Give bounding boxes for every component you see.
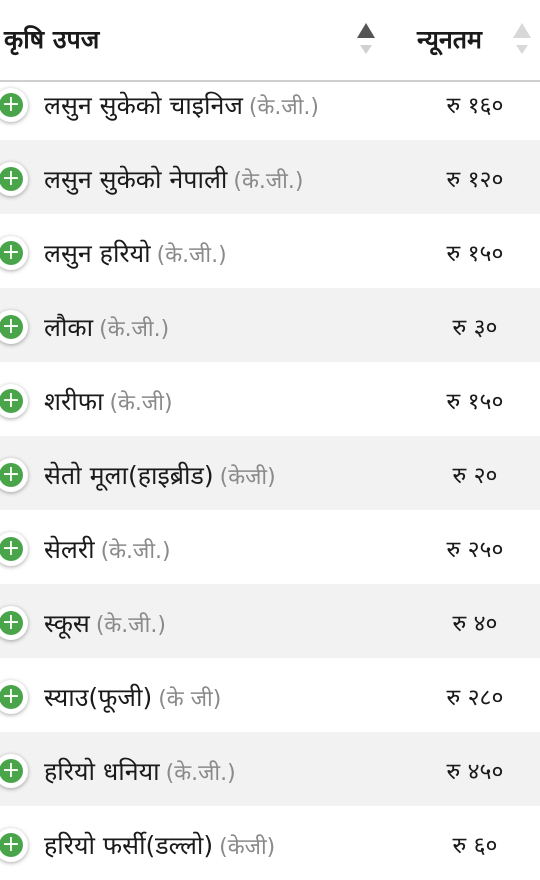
add-item-icon[interactable]: + xyxy=(0,236,28,270)
product-name: लसुन हरियो (के.जी.) xyxy=(44,236,227,270)
product-name: हरियो धनिया (के.जी.) xyxy=(44,754,236,788)
add-item-icon[interactable]: + xyxy=(0,310,28,344)
product-name-text: लसुन सुकेको चाइनिज xyxy=(44,91,243,120)
product-unit: (के.जी.) xyxy=(95,613,166,638)
sort-descending-icon xyxy=(516,45,528,54)
sort-ascending-icon xyxy=(513,23,531,38)
product-name-text: स्याउ(फूजी) xyxy=(44,683,153,712)
min-price: रु २५० xyxy=(446,537,504,563)
product-unit: (के जी) xyxy=(158,687,222,712)
product-name-text: स्कूस xyxy=(44,609,90,638)
product-unit: (के.जी.) xyxy=(233,169,304,194)
product-name-text: शरीफा xyxy=(44,387,104,416)
product-name: शरीफा (के.जी) xyxy=(44,384,173,418)
sort-descending-icon xyxy=(360,45,372,54)
product-unit: (के.जी.) xyxy=(248,95,319,120)
min-price: रु २० xyxy=(452,463,498,489)
table-row: + लसुन सुकेको चाइनिज (के.जी.) रु १६० xyxy=(0,66,540,140)
product-name: लौका (के.जी.) xyxy=(44,310,169,344)
min-price: रु १६० xyxy=(446,93,504,119)
product-sort-icon[interactable] xyxy=(357,23,379,63)
add-item-icon[interactable]: + xyxy=(0,162,28,196)
add-item-icon[interactable]: + xyxy=(0,754,28,788)
product-unit: (के.जी.) xyxy=(165,761,236,786)
column-header-minimum[interactable]: न्यूनतम xyxy=(417,22,482,56)
table-row: + लसुन सुकेको नेपाली (के.जी.) रु १२० xyxy=(0,140,540,214)
product-unit: (के.जी.) xyxy=(156,243,227,268)
plus-icon: + xyxy=(0,833,23,857)
min-price: रु ४५० xyxy=(446,759,504,785)
product-name-text: लसुन हरियो xyxy=(44,239,151,268)
table-row: + सेलरी (के.जी.) रु २५० xyxy=(0,510,540,584)
add-item-icon[interactable]: + xyxy=(0,384,28,418)
table-row: + स्याउ(फूजी) (के जी) रु २८० xyxy=(0,658,540,732)
product-unit: (केजी) xyxy=(219,835,276,860)
price-list: + लसुन सुकेको चाइनिज (के.जी.) रु १६० + लस… xyxy=(0,66,540,880)
add-item-icon[interactable]: + xyxy=(0,88,28,122)
column-header-product[interactable]: कृषि उपज xyxy=(4,22,99,56)
plus-icon: + xyxy=(0,93,23,117)
plus-icon: + xyxy=(0,463,23,487)
sort-ascending-icon xyxy=(357,23,375,38)
product-name: लसुन सुकेको चाइनिज (के.जी.) xyxy=(44,88,319,122)
min-price: रु ३० xyxy=(452,315,498,341)
product-name: हरियो फर्सी(डल्लो) (केजी) xyxy=(44,828,275,862)
add-item-icon[interactable]: + xyxy=(0,680,28,714)
plus-icon: + xyxy=(0,537,23,561)
add-item-icon[interactable]: + xyxy=(0,532,28,566)
plus-icon: + xyxy=(0,611,23,635)
product-unit: (के.जी.) xyxy=(100,539,171,564)
add-item-icon[interactable]: + xyxy=(0,458,28,492)
table-row: + स्कूस (के.जी.) रु ४० xyxy=(0,584,540,658)
table-row: + शरीफा (के.जी) रु १५० xyxy=(0,362,540,436)
product-name-text: सेलरी xyxy=(44,535,95,564)
table-row: + हरियो धनिया (के.जी.) रु ४५० xyxy=(0,732,540,806)
plus-icon: + xyxy=(0,167,23,191)
product-name: लसुन सुकेको नेपाली (के.जी.) xyxy=(44,162,303,196)
min-price: रु ४० xyxy=(452,611,498,637)
product-name: सेतो मूला(हाइब्रीड) (केजी) xyxy=(44,458,276,492)
product-name-text: हरियो फर्सी(डल्लो) xyxy=(44,831,214,860)
add-item-icon[interactable]: + xyxy=(0,828,28,862)
min-price: रु १२० xyxy=(446,167,504,193)
product-name-text: लौका xyxy=(44,313,94,342)
product-name-text: सेतो मूला(हाइब्रीड) xyxy=(44,461,214,490)
product-name-text: लसुन सुकेको नेपाली xyxy=(44,165,228,194)
plus-icon: + xyxy=(0,241,23,265)
plus-icon: + xyxy=(0,389,23,413)
plus-icon: + xyxy=(0,685,23,709)
plus-icon: + xyxy=(0,315,23,339)
minimum-sort-icon[interactable] xyxy=(513,23,535,63)
product-name-text: हरियो धनिया xyxy=(44,757,160,786)
min-price: रु १५० xyxy=(446,241,504,267)
min-price: रु ६० xyxy=(452,833,498,859)
table-row: + सेतो मूला(हाइब्रीड) (केजी) रु २० xyxy=(0,436,540,510)
plus-icon: + xyxy=(0,759,23,783)
product-unit: (केजी) xyxy=(219,465,276,490)
product-name: स्याउ(फूजी) (के जी) xyxy=(44,680,221,714)
table-row: + लौका (के.जी.) रु ३० xyxy=(0,288,540,362)
min-price: रु १५० xyxy=(446,389,504,415)
add-item-icon[interactable]: + xyxy=(0,606,28,640)
product-unit: (के.जी.) xyxy=(99,317,170,342)
min-price: रु २८० xyxy=(446,685,504,711)
product-name: सेलरी (के.जी.) xyxy=(44,532,171,566)
table-row: + लसुन हरियो (के.जी.) रु १५० xyxy=(0,214,540,288)
product-unit: (के.जी) xyxy=(109,391,173,416)
table-row: + हरियो फर्सी(डल्लो) (केजी) रु ६० xyxy=(0,806,540,880)
product-name: स्कूस (के.जी.) xyxy=(44,606,166,640)
